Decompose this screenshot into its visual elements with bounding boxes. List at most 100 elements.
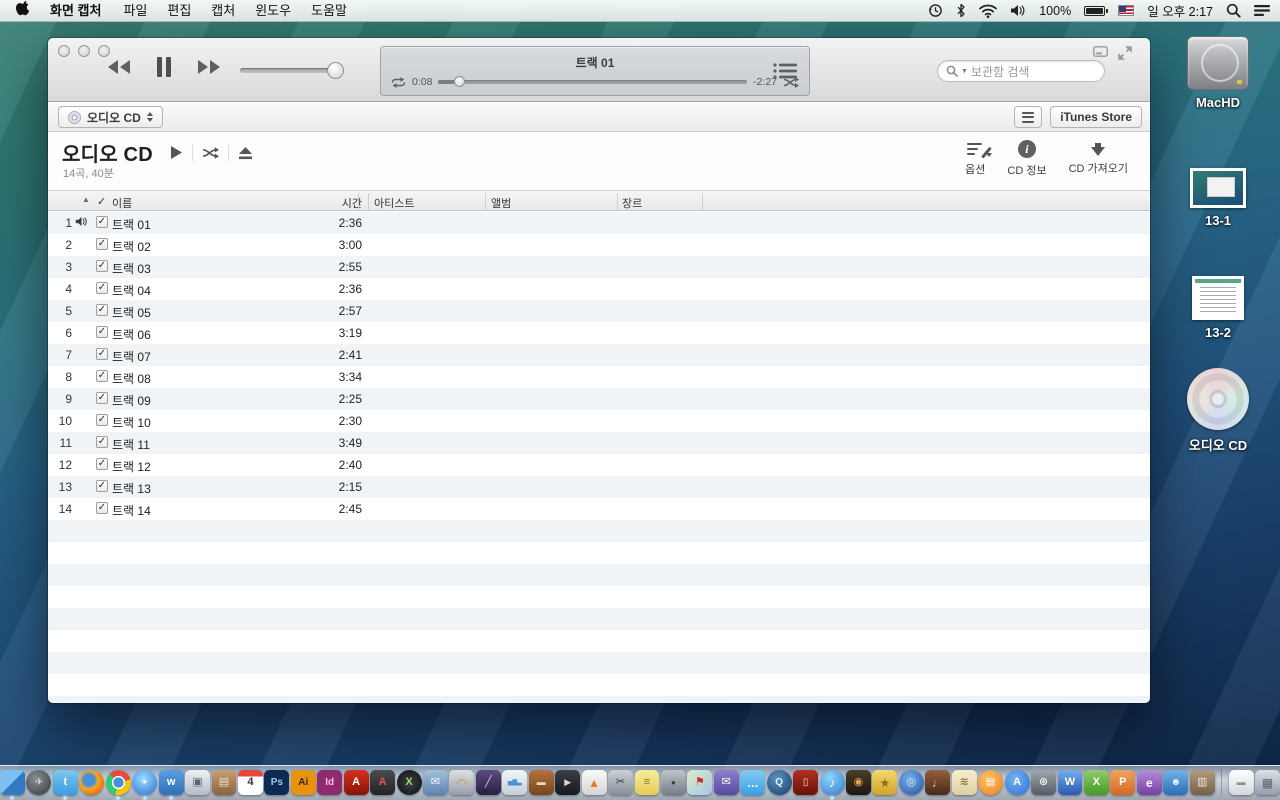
track-row[interactable]: 7✓트랙 072:41 [48, 344, 1150, 366]
dock-firefox-icon[interactable] [79, 770, 104, 795]
track-checkbox[interactable]: ✓ [96, 304, 108, 316]
dock-x-app-icon[interactable]: X [397, 770, 422, 795]
dock-stickies-icon[interactable]: ≡ [635, 770, 660, 795]
track-checkbox[interactable]: ✓ [96, 480, 108, 492]
shuffle-album-button[interactable] [193, 147, 228, 159]
dock-audio-recorder-icon[interactable]: ● [661, 770, 686, 795]
up-next-list-icon[interactable] [773, 62, 797, 85]
mini-player-icon[interactable] [1093, 46, 1108, 57]
volume-slider-knob[interactable] [327, 62, 344, 79]
dock-safari-icon[interactable]: ✶ [132, 770, 157, 795]
dock-media-player-icon[interactable]: ▶ [555, 770, 580, 795]
repeat-icon[interactable] [391, 77, 406, 88]
track-checkbox[interactable]: ✓ [96, 282, 108, 294]
dock-calendar-icon[interactable]: 4 [238, 770, 263, 795]
apple-menu-icon[interactable] [12, 1, 34, 20]
battery-icon[interactable] [1084, 6, 1105, 16]
dock-indesign-icon[interactable]: Id [317, 770, 342, 795]
input-source-flag-icon[interactable] [1118, 5, 1134, 16]
sort-indicator-icon[interactable]: ▲ [82, 195, 90, 204]
column-artist[interactable]: 아티스트 [374, 195, 414, 211]
dock-itunes-icon[interactable]: ♪ [820, 770, 845, 795]
volume-icon[interactable] [1010, 4, 1026, 17]
dock-launchpad-icon[interactable]: ✈ [26, 770, 51, 795]
dock-newsstand-icon[interactable]: ▥ [1190, 770, 1215, 795]
dock-star-app-icon[interactable]: ★ [872, 770, 897, 795]
track-row[interactable]: 11✓트랙 113:49 [48, 432, 1150, 454]
play-album-button[interactable] [161, 145, 192, 160]
progress-knob[interactable] [454, 76, 465, 87]
desktop-icon-audio-cd[interactable]: 오디오 CD [1163, 368, 1273, 454]
bluetooth-icon[interactable] [956, 3, 966, 18]
dock-dvd-player-icon[interactable]: ◎ [899, 770, 924, 795]
menu-item-도움말[interactable]: 도움말 [301, 0, 357, 22]
dock-messenger-icon[interactable]: ☻ [1163, 770, 1188, 795]
dock-w-app-icon[interactable]: w [159, 770, 184, 795]
search-field[interactable]: ▼ 보관함 검색 [937, 60, 1105, 82]
dock-maps-icon[interactable]: ⚑ [687, 770, 712, 795]
track-checkbox[interactable]: ✓ [96, 436, 108, 448]
dock-app-store-icon[interactable]: A [1005, 770, 1030, 795]
column-check[interactable]: ✓ [97, 195, 106, 208]
dock-trash-icon[interactable]: ▦ [1255, 770, 1280, 795]
track-row[interactable]: 4✓트랙 042:36 [48, 278, 1150, 300]
notification-center-icon[interactable] [1254, 4, 1270, 17]
cd-import-button[interactable]: CD 가져오기 [1069, 140, 1128, 178]
column-name[interactable]: 이름 [112, 195, 132, 211]
view-options-button[interactable] [1014, 106, 1042, 128]
dock-grab-icon[interactable]: ✂ [608, 770, 633, 795]
previous-button[interactable] [106, 59, 132, 75]
eject-button[interactable] [229, 146, 262, 160]
menu-item-윈도우[interactable]: 윈도우 [245, 0, 301, 22]
dock-adobe-reader-icon[interactable]: A [370, 770, 395, 795]
dock-numbers-icon[interactable]: ▅▇▃ [502, 770, 527, 795]
track-row[interactable]: 9✓트랙 092:25 [48, 388, 1150, 410]
dock-illustrator-icon[interactable]: Ai [291, 770, 316, 795]
track-row[interactable]: 13✓트랙 132:15 [48, 476, 1150, 498]
pause-button[interactable] [156, 56, 172, 78]
dock-acrobat-icon[interactable]: A [344, 770, 369, 795]
desktop-icon-13-1[interactable]: 13-1 [1163, 168, 1273, 228]
dock-toast-icon[interactable]: ◠ [449, 770, 474, 795]
volume-slider[interactable] [240, 68, 336, 73]
track-row[interactable]: 3✓트랙 032:55 [48, 256, 1150, 278]
track-row[interactable]: 10✓트랙 102:30 [48, 410, 1150, 432]
dock-finder-icon[interactable] [0, 770, 25, 795]
dock-ibooks-icon[interactable]: ▤ [978, 770, 1003, 795]
track-row[interactable]: 12✓트랙 122:40 [48, 454, 1150, 476]
track-row[interactable]: 5✓트랙 052:57 [48, 300, 1150, 322]
itunes-store-button[interactable]: iTunes Store [1050, 106, 1142, 128]
menu-item-파일[interactable]: 파일 [113, 0, 157, 22]
dock-keynote-icon[interactable]: ▬ [529, 770, 554, 795]
column-album[interactable]: 앨범 [491, 195, 511, 211]
dock-garageband-icon[interactable]: ♩ [925, 770, 950, 795]
dock-photo-booth-icon[interactable]: ▯ [793, 770, 818, 795]
menu-bar-clock[interactable]: 일 오후 2:17 [1147, 1, 1213, 20]
menu-item-캡처[interactable]: 캡처 [201, 0, 245, 22]
track-row[interactable]: 2✓트랙 023:00 [48, 234, 1150, 256]
dock-mailbox-icon[interactable]: ✉ [714, 770, 739, 795]
menu-item-편집[interactable]: 편집 [157, 0, 201, 22]
media-source-popup[interactable]: 오디오 CD [58, 106, 163, 128]
menu-app-name[interactable]: 화면 캡처 [40, 0, 111, 22]
dock-chrome-icon[interactable] [106, 770, 131, 795]
column-time[interactable]: 시간 [298, 195, 362, 211]
dock-iphoto-icon[interactable]: ◉ [846, 770, 871, 795]
track-checkbox[interactable]: ✓ [96, 414, 108, 426]
dock-notes-pad-icon[interactable]: ≋ [952, 770, 977, 795]
spotlight-search-icon[interactable] [1226, 3, 1241, 18]
dock-utility-grid-icon[interactable]: ⊛ [1031, 770, 1056, 795]
track-row[interactable]: 6✓트랙 063:19 [48, 322, 1150, 344]
dock-ms-powerpoint-icon[interactable]: P [1110, 770, 1135, 795]
dock-messages-icon[interactable]: … [740, 770, 765, 795]
close-button[interactable] [58, 45, 70, 57]
track-row[interactable]: 8✓트랙 083:34 [48, 366, 1150, 388]
wifi-icon[interactable] [979, 4, 997, 18]
dock-documents-stack-icon[interactable]: ▬ [1229, 770, 1254, 795]
next-button[interactable] [196, 59, 222, 75]
desktop-icon-machd[interactable]: MacHD [1163, 36, 1273, 110]
cd-info-button[interactable]: i CD 정보 [1007, 140, 1046, 178]
dock-mail-stamp-icon[interactable]: ✉ [423, 770, 448, 795]
dock-ms-excel-icon[interactable]: X [1084, 770, 1109, 795]
track-checkbox[interactable]: ✓ [96, 348, 108, 360]
